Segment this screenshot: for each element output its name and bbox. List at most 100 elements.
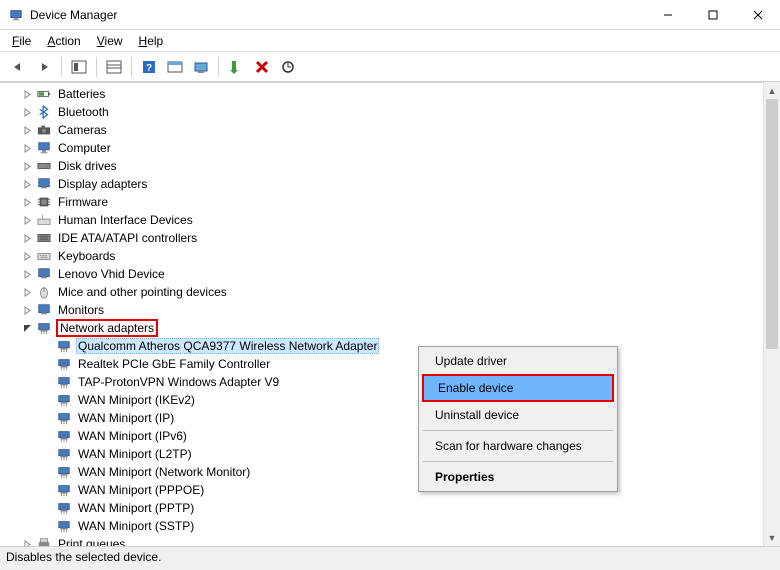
context-menu-item[interactable]: Uninstall device [421, 403, 615, 427]
context-menu-item[interactable]: Update driver [421, 349, 615, 373]
expand-arrow-icon[interactable] [20, 537, 34, 546]
tree-category[interactable]: Keyboards [0, 247, 780, 265]
tree-category[interactable]: Mice and other pointing devices [0, 283, 780, 301]
uninstall-button[interactable] [250, 55, 274, 79]
expand-arrow-icon[interactable] [20, 321, 34, 335]
network-adapter-icon [56, 482, 72, 498]
expand-arrow-icon[interactable] [20, 159, 34, 173]
scan-hardware-button[interactable] [189, 55, 213, 79]
back-button[interactable] [6, 55, 30, 79]
device-tree[interactable]: BatteriesBluetoothCamerasComputerDisk dr… [0, 82, 780, 546]
expand-arrow-icon[interactable] [20, 105, 34, 119]
properties-button[interactable] [102, 55, 126, 79]
expand-arrow-icon[interactable] [20, 177, 34, 191]
tree-device[interactable]: WAN Miniport (L2TP) [0, 445, 780, 463]
statusbar: Disables the selected device. [0, 546, 780, 570]
titlebar: Device Manager [0, 0, 780, 30]
device-label: TAP-ProtonVPN Windows Adapter V9 [76, 375, 281, 389]
minimize-button[interactable] [645, 0, 690, 30]
category-label: Keyboards [56, 249, 117, 263]
toolbar: ? [0, 52, 780, 82]
tree-device[interactable]: Realtek PCIe GbE Family Controller [0, 355, 780, 373]
expand-arrow-icon[interactable] [20, 87, 34, 101]
expand-arrow-icon[interactable] [20, 285, 34, 299]
device-label: Realtek PCIe GbE Family Controller [76, 357, 272, 371]
tree-device[interactable]: WAN Miniport (IPv6) [0, 427, 780, 445]
context-menu-item[interactable]: Enable device [424, 376, 612, 400]
display-icon [36, 176, 52, 192]
update-driver-button[interactable] [276, 55, 300, 79]
category-label: Human Interface Devices [56, 213, 195, 227]
expand-arrow-icon[interactable] [20, 267, 34, 281]
network-adapter-icon [56, 392, 72, 408]
menu-help[interactable]: Help [131, 32, 172, 50]
network-adapter-icon [56, 518, 72, 534]
tree-category[interactable]: Print queues [0, 535, 780, 546]
tree-category[interactable]: Human Interface Devices [0, 211, 780, 229]
category-label: Lenovo Vhid Device [56, 267, 167, 281]
lenovo-icon [36, 266, 52, 282]
expand-arrow-icon[interactable] [20, 195, 34, 209]
hid-icon [36, 212, 52, 228]
tree-device[interactable]: WAN Miniport (IP) [0, 409, 780, 427]
tree-device[interactable]: Qualcomm Atheros QCA9377 Wireless Networ… [0, 337, 780, 355]
tree-device[interactable]: WAN Miniport (PPTP) [0, 499, 780, 517]
computer-icon [36, 140, 52, 156]
expand-arrow-icon[interactable] [20, 231, 34, 245]
tree-device[interactable]: WAN Miniport (SSTP) [0, 517, 780, 535]
tree-category[interactable]: Firmware [0, 193, 780, 211]
category-label: Display adapters [56, 177, 149, 191]
expand-arrow-icon[interactable] [20, 303, 34, 317]
tree-category[interactable]: Network adapters [0, 319, 780, 337]
scroll-down-button[interactable]: ▼ [764, 529, 780, 546]
network-adapter-icon [56, 500, 72, 516]
tree-category[interactable]: IDE ATA/ATAPI controllers [0, 229, 780, 247]
tree-category[interactable]: Computer [0, 139, 780, 157]
scrollbar-thumb[interactable] [766, 99, 778, 349]
category-label: IDE ATA/ATAPI controllers [56, 231, 199, 245]
enable-button[interactable] [224, 55, 248, 79]
tree-category[interactable]: Batteries [0, 85, 780, 103]
help-button[interactable]: ? [137, 55, 161, 79]
context-menu-item[interactable]: Scan for hardware changes [421, 434, 615, 458]
scroll-up-button[interactable]: ▲ [764, 82, 780, 99]
menu-view[interactable]: View [89, 32, 131, 50]
network-adapter-icon [56, 356, 72, 372]
context-menu-separator [423, 461, 613, 462]
device-label: WAN Miniport (IP) [76, 411, 176, 425]
expand-arrow-icon[interactable] [20, 141, 34, 155]
app-icon [8, 7, 24, 23]
expand-arrow-icon[interactable] [20, 123, 34, 137]
close-button[interactable] [735, 0, 780, 30]
vertical-scrollbar[interactable]: ▲ ▼ [763, 82, 780, 546]
context-menu-item[interactable]: Properties [421, 465, 615, 489]
expand-arrow-icon[interactable] [20, 213, 34, 227]
device-label: WAN Miniport (IKEv2) [76, 393, 197, 407]
menu-action[interactable]: Action [39, 32, 88, 50]
tree-category[interactable]: Lenovo Vhid Device [0, 265, 780, 283]
toolbar-separator [61, 57, 62, 77]
forward-button[interactable] [32, 55, 56, 79]
print-icon [36, 536, 52, 546]
device-label: WAN Miniport (L2TP) [76, 447, 194, 461]
toolbar-separator [218, 57, 219, 77]
tree-category[interactable]: Display adapters [0, 175, 780, 193]
maximize-button[interactable] [690, 0, 735, 30]
disk-icon [36, 158, 52, 174]
tree-category[interactable]: Cameras [0, 121, 780, 139]
tree-device[interactable]: WAN Miniport (IKEv2) [0, 391, 780, 409]
device-label: Qualcomm Atheros QCA9377 Wireless Networ… [76, 338, 379, 354]
tree-device[interactable]: TAP-ProtonVPN Windows Adapter V9 [0, 373, 780, 391]
expand-arrow-icon[interactable] [20, 249, 34, 263]
window-title: Device Manager [30, 8, 645, 22]
action-button[interactable] [163, 55, 187, 79]
tree-category[interactable]: Disk drives [0, 157, 780, 175]
tree-device[interactable]: WAN Miniport (PPPOE) [0, 481, 780, 499]
network-icon [36, 320, 52, 336]
context-menu: Update driver Enable device Uninstall devi… [418, 346, 618, 492]
tree-device[interactable]: WAN Miniport (Network Monitor) [0, 463, 780, 481]
tree-category[interactable]: Bluetooth [0, 103, 780, 121]
tree-category[interactable]: Monitors [0, 301, 780, 319]
show-hide-tree-button[interactable] [67, 55, 91, 79]
menu-file[interactable]: File [4, 32, 39, 50]
